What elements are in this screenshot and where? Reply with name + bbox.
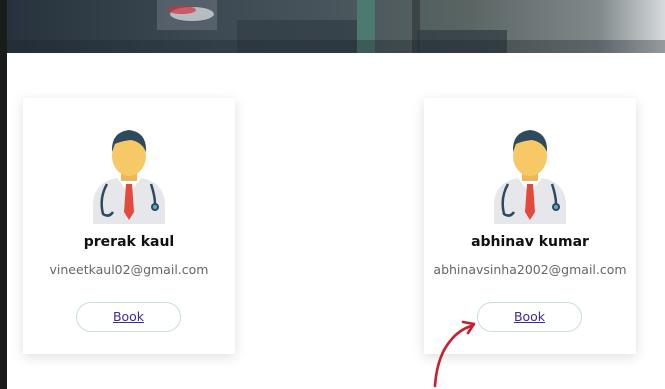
annotation-arrow-icon [427, 318, 487, 389]
hero-banner-image [7, 0, 665, 53]
book-button[interactable]: Book [477, 302, 582, 332]
page-frame: prerak kaul vineetkaul02@gmail.com Book … [7, 0, 665, 389]
doctor-avatar-icon [87, 120, 171, 224]
book-button[interactable]: Book [76, 302, 181, 332]
doctor-name: abhinav kumar [471, 234, 589, 250]
doctor-email: abhinavsinha2002@gmail.com [433, 262, 627, 277]
doctor-card: prerak kaul vineetkaul02@gmail.com Book [23, 98, 235, 354]
doctor-name: prerak kaul [83, 234, 175, 250]
doctor-avatar-icon [488, 120, 572, 224]
doctor-card: abhinav kumar abhinavsinha2002@gmail.com… [424, 98, 636, 354]
doctor-email: vineetkaul02@gmail.com [49, 262, 209, 277]
